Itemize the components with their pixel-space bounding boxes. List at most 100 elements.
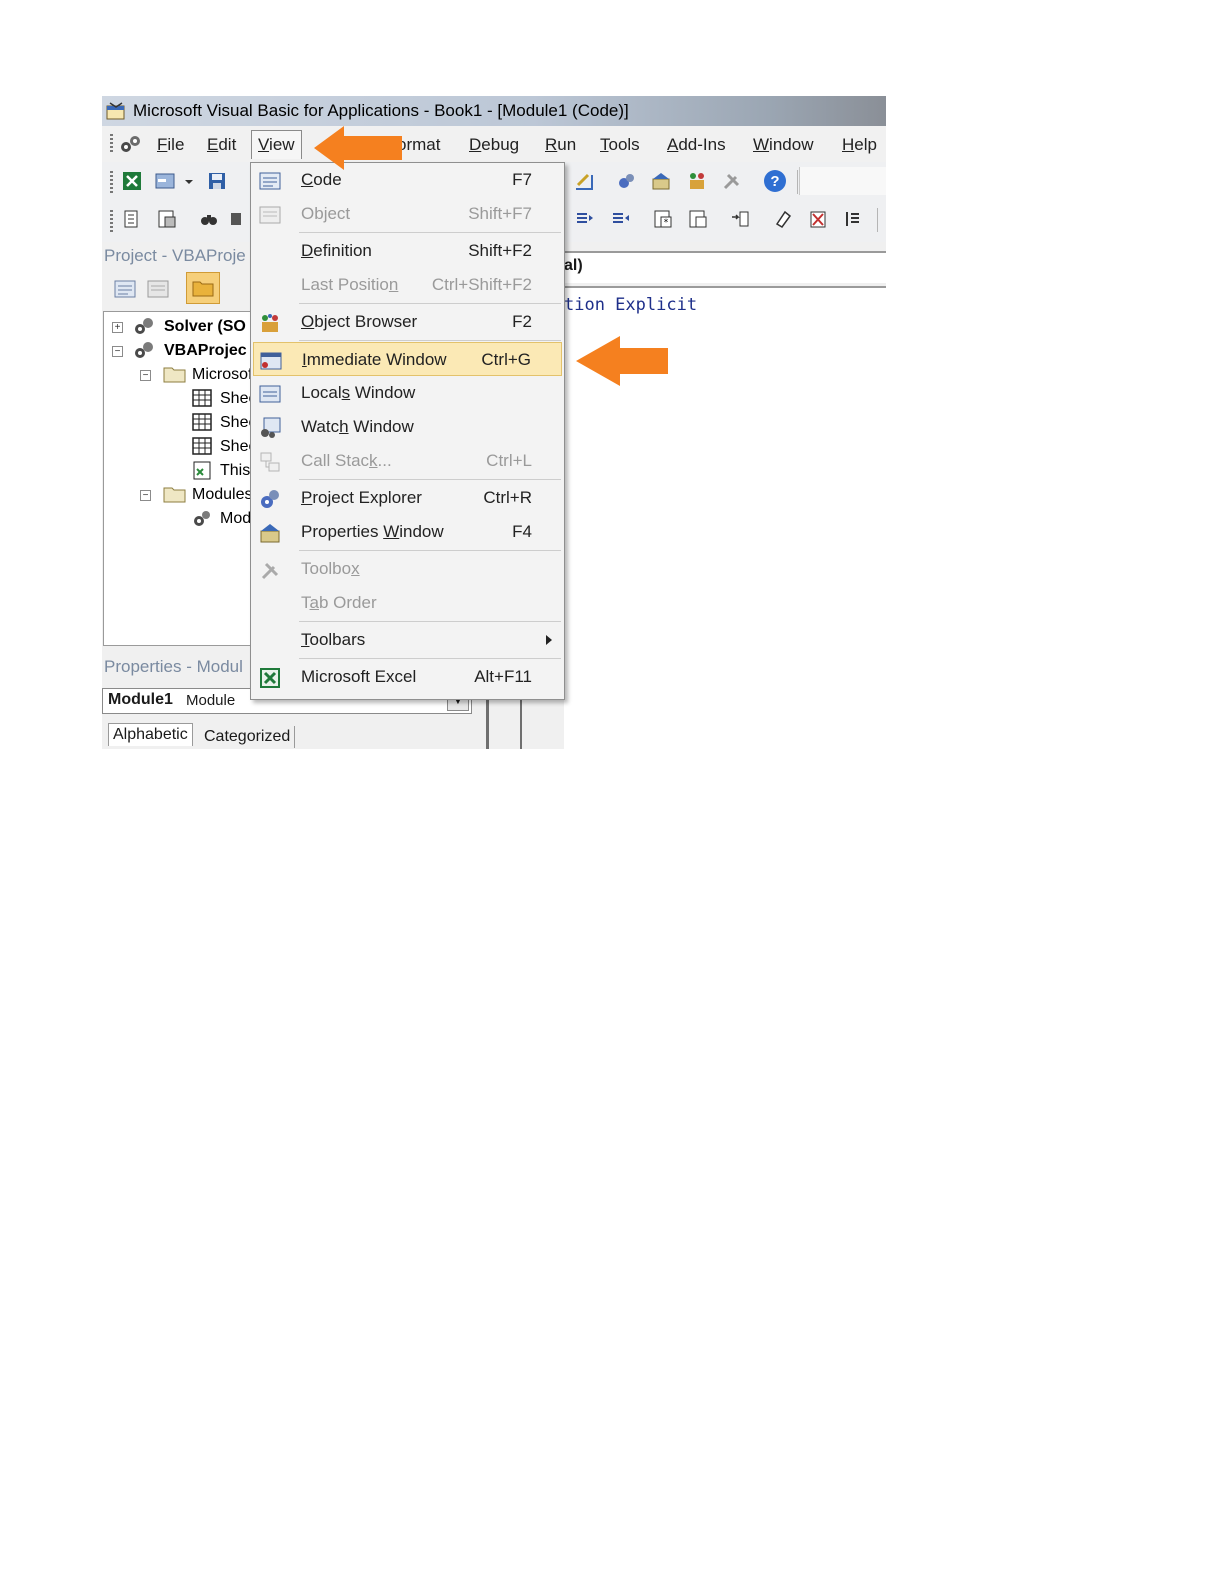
worksheet-icon	[192, 389, 212, 407]
menu-separator	[299, 340, 561, 341]
comment-block-icon[interactable]	[688, 209, 708, 229]
menu-separator	[299, 550, 561, 551]
vba-project-icon	[135, 342, 153, 358]
help-icon[interactable]: ?	[763, 169, 787, 193]
excel-view-icon[interactable]	[122, 171, 142, 191]
toolbox-icon	[261, 562, 279, 580]
toolbar-separator	[877, 208, 878, 232]
tab-categorized[interactable]: Categorized	[200, 726, 296, 748]
menu-item-shortcut: Ctrl+G	[481, 350, 531, 369]
menu-debug[interactable]: Debug	[469, 135, 519, 155]
menu-item-toolbox[interactable]: Toolbox	[251, 552, 564, 586]
properties-window-icon[interactable]	[651, 171, 671, 191]
menu-item-shortcut: F4	[512, 522, 532, 541]
uncomment-block-icon[interactable]	[730, 209, 750, 229]
expand-toggle[interactable]: +	[112, 322, 123, 333]
insert-userform-icon[interactable]	[155, 171, 175, 191]
menu-item-code[interactable]: Code F7	[251, 163, 564, 197]
menu-item-immediate-window[interactable]: Immediate Window Ctrl+G	[253, 342, 562, 376]
menu-item-last-position[interactable]: Last Position Ctrl+Shift+F2	[251, 268, 564, 302]
vba-menu-icon[interactable]	[118, 133, 144, 155]
project-explorer-icon[interactable]	[617, 171, 637, 191]
outdent-icon[interactable]	[611, 209, 631, 229]
vba-project-icon	[135, 318, 153, 334]
collapse-toggle[interactable]: −	[140, 370, 151, 381]
worksheet-icon	[192, 413, 212, 431]
menu-format[interactable]: ormat	[397, 135, 440, 155]
view-menu-dropdown: Code F7 Object Shift+F7 Definition Shift…	[250, 162, 565, 700]
menu-item-label: Toolbox	[301, 559, 360, 578]
menu-separator	[299, 479, 561, 480]
menu-item-call-stack[interactable]: Call Stack... Ctrl+L	[251, 444, 564, 478]
save-icon[interactable]	[207, 171, 227, 191]
menu-view[interactable]: View	[251, 130, 302, 159]
menu-item-label: Definition	[301, 241, 372, 260]
toggle-folders-button[interactable]	[186, 272, 220, 304]
object-browser-icon[interactable]	[687, 171, 707, 191]
menu-separator	[299, 621, 561, 622]
tree-item-vbaproject[interactable]: VBAProjec	[164, 342, 247, 360]
menu-help[interactable]: Help	[842, 135, 877, 155]
project-pane-title: Project - VBAProje	[104, 246, 246, 265]
menu-item-tab-order[interactable]: Tab Order	[251, 586, 564, 620]
design-mode-icon[interactable]	[574, 171, 594, 191]
menu-file[interactable]: File	[157, 135, 184, 155]
menu-item-properties-window[interactable]: Properties Window F4	[251, 515, 564, 549]
chevron-down-icon[interactable]	[184, 171, 194, 191]
menu-window[interactable]: Window	[753, 135, 813, 155]
menu-edit[interactable]: Edit	[207, 135, 236, 155]
tree-item-module1[interactable]: Mod	[220, 510, 251, 528]
properties-tabs: Alphabetic Categorized	[102, 721, 486, 749]
toolbar-separator	[797, 170, 798, 194]
toolbar-grip[interactable]	[110, 171, 113, 193]
view-code-icon[interactable]	[114, 279, 136, 299]
tree-item-solver[interactable]: Solver (SO	[164, 318, 246, 336]
menu-item-shortcut: Ctrl+L	[486, 451, 532, 470]
indent-icon[interactable]	[575, 209, 595, 229]
window-title: Microsoft Visual Basic for Applications …	[133, 101, 629, 120]
eraser-icon[interactable]	[773, 209, 793, 229]
replace-icon[interactable]	[230, 209, 242, 229]
menu-item-watch-window[interactable]: Watch Window	[251, 410, 564, 444]
svg-text:*: *	[664, 218, 669, 228]
tree-item-modules[interactable]: Modules	[192, 486, 252, 504]
menu-item-microsoft-excel[interactable]: Microsoft Excel Alt+F11	[251, 660, 564, 694]
menu-item-object[interactable]: Object Shift+F7	[251, 197, 564, 231]
properties-pane-title: Properties - Modul	[104, 657, 243, 676]
menu-item-shortcut: Shift+F2	[468, 241, 532, 260]
code-object-combo[interactable]: al)	[564, 251, 886, 283]
list-properties-icon[interactable]	[122, 209, 142, 229]
menu-item-project-explorer[interactable]: Project Explorer Ctrl+R	[251, 481, 564, 515]
menu-item-definition[interactable]: Definition Shift+F2	[251, 234, 564, 268]
menu-item-toolbars[interactable]: Toolbars	[251, 623, 564, 657]
menu-item-object-browser[interactable]: Object Browser F2	[251, 305, 564, 339]
pane-splitter[interactable]	[486, 696, 489, 749]
menu-item-label: Last Position	[301, 275, 399, 294]
submenu-arrow-icon	[546, 635, 552, 645]
menu-add-ins[interactable]: Add-Ins	[667, 135, 726, 155]
menu-item-locals-window[interactable]: Locals Window	[251, 376, 564, 410]
menubar-grip[interactable]	[110, 134, 113, 154]
toolbar-grip[interactable]	[110, 210, 113, 232]
menu-item-shortcut: Shift+F7	[468, 204, 532, 223]
menu-run[interactable]: Run	[545, 135, 576, 155]
clear-bookmarks-icon[interactable]	[808, 209, 828, 229]
pane-splitter[interactable]	[520, 696, 522, 749]
toolbox-icon[interactable]	[722, 171, 742, 191]
view-object-icon[interactable]	[147, 279, 169, 299]
next-bookmark-icon[interactable]	[843, 209, 863, 229]
properties-object-name: Module1	[108, 691, 173, 708]
tree-item-thisworkbook[interactable]: This	[220, 462, 250, 480]
menu-item-shortcut: Alt+F11	[474, 667, 532, 686]
menu-tools[interactable]: Tools	[600, 135, 640, 155]
menu-item-label: Tab Order	[301, 593, 377, 612]
tab-alphabetic[interactable]: Alphabetic	[108, 723, 193, 746]
workbook-icon	[193, 461, 211, 480]
toggle-breakpoint-icon[interactable]: *	[653, 209, 673, 229]
collapse-toggle[interactable]: −	[112, 346, 123, 357]
project-pane-header: Project - VBAProje	[102, 243, 252, 269]
list-constants-icon[interactable]	[157, 209, 177, 229]
collapse-toggle[interactable]: −	[140, 490, 151, 501]
find-icon[interactable]	[199, 209, 219, 229]
tree-item-excel-objects[interactable]: Microsof	[192, 366, 252, 384]
